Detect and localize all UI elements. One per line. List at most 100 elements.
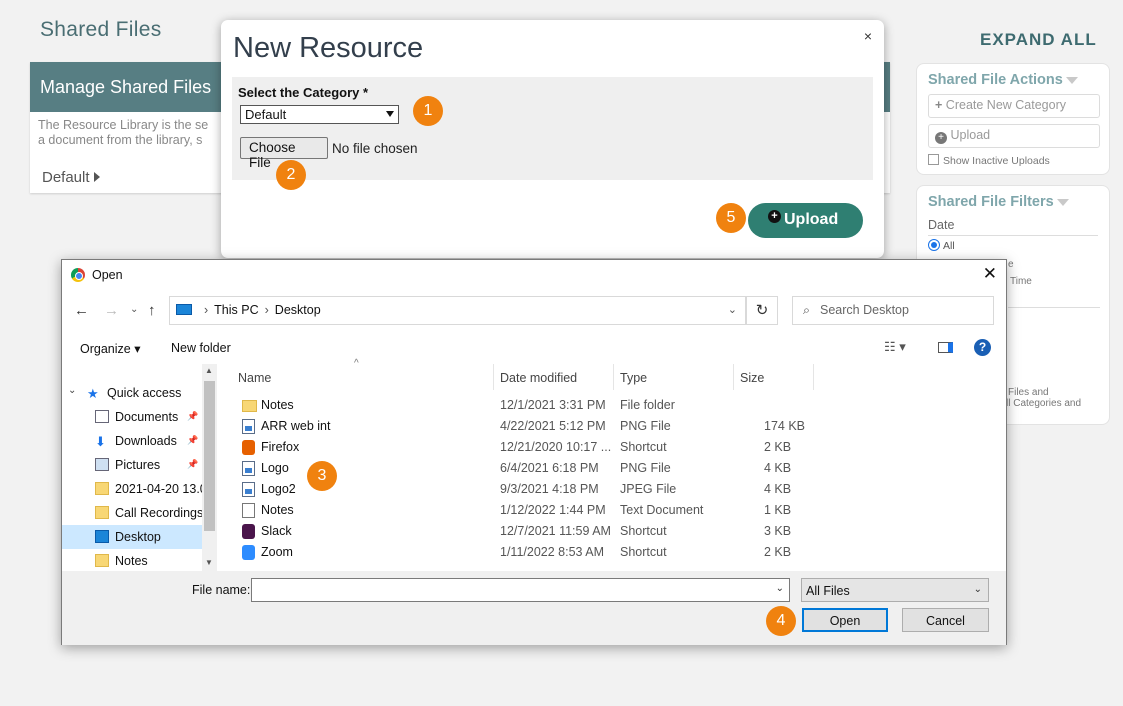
file-type: Shortcut [620,545,667,559]
open-button[interactable]: Open [802,608,888,632]
nav-item-label: Call Recordings [115,506,202,520]
column-header-date[interactable]: Date modified [494,364,614,390]
nav-item-notes[interactable]: Notes [62,549,202,573]
up-arrow-icon[interactable]: ↑ [148,302,156,319]
close-icon[interactable]: × [864,28,872,44]
file-date: 6/4/2021 6:18 PM [500,461,599,475]
file-row[interactable]: ARR web int 4/22/2021 5:12 PM PNG File 174 … [232,416,832,437]
file-name: Zoom [261,545,293,559]
file-row[interactable]: Firefox 12/21/2020 10:17 ... Shortcut 2 KB [232,437,832,458]
zoom-icon [242,545,255,560]
help-icon[interactable]: ? [974,339,991,356]
nav-item-label: Quick access [107,386,182,400]
pin-icon[interactable]: 📌 [187,435,198,446]
download-icon: ⬇ [95,434,106,449]
file-row[interactable]: Notes 1/12/2022 1:44 PM Text Document 1 KB [232,500,832,521]
nav-item-downloads[interactable]: ⬇ Downloads 📌 [62,429,202,453]
file-type: Shortcut [620,524,667,538]
column-header-name[interactable]: Name [232,364,494,390]
step-badge-2: 2 [276,160,306,190]
scroll-down-icon[interactable]: ▼ [205,558,213,567]
documents-icon [95,410,109,423]
file-type-select[interactable]: All Files ⌄ [801,578,989,602]
step-badge-3: 3 [307,461,337,491]
preview-pane-icon[interactable] [938,342,953,353]
nav-item-label: Documents [115,410,179,424]
file-name-input[interactable]: ⌄ [251,578,790,602]
file-date: 4/22/2021 5:12 PM [500,419,606,433]
upload-side-button[interactable]: + Upload [928,124,1100,148]
step-badge-5: 5 [716,203,746,233]
close-icon[interactable]: ✕ [983,264,997,284]
expand-all-button[interactable]: EXPAND ALL [980,30,1097,50]
organize-menu[interactable]: Organize ▾ [80,341,140,356]
chevron-down-icon[interactable]: ⌄ [728,303,737,316]
file-date: 9/3/2021 4:18 PM [500,482,599,496]
actions-title[interactable]: Shared File Actions [928,72,1098,88]
nav-scrollbar[interactable]: ▲ ▼ [202,364,217,571]
file-size: 3 KB [764,524,792,538]
file-type: PNG File [620,419,671,433]
column-header-size[interactable]: Size [734,364,814,390]
column-header-type[interactable]: Type [614,364,734,390]
file-date: 12/7/2021 11:59 AM [500,524,611,538]
chevron-down-icon[interactable]: ⌄ [776,583,784,594]
file-date: 1/11/2022 8:53 AM [500,545,605,559]
category-select[interactable]: Default [240,105,399,124]
show-inactive-checkbox[interactable]: Show Inactive Uploads [928,154,1098,167]
search-input[interactable]: ⌕ Search Desktop [792,296,994,325]
nav-item-label: 2021-04-20 13.02 [115,482,202,496]
this-pc-icon [176,304,192,315]
image-file-icon [242,482,255,497]
forward-arrow-icon[interactable]: → [104,302,119,319]
new-folder-button[interactable]: New folder [171,341,231,355]
file-row[interactable]: Zoom 1/11/2022 8:53 AM Shortcut 2 KB [232,542,832,563]
file-name: Logo2 [261,482,296,496]
expand-chevron-icon[interactable]: ⌄ [68,385,76,396]
file-size: 4 KB [764,482,792,496]
manage-description: The Resource Library is the se a documen… [30,112,220,154]
nav-item-label: Desktop [115,530,161,544]
nav-item-2021-04-20-13-02[interactable]: 2021-04-20 13.02 [62,477,202,501]
refresh-icon[interactable]: ↻ [746,296,778,325]
chrome-icon [71,268,85,282]
folder-icon [242,400,257,412]
radio-selected-icon [928,239,940,251]
nav-item-documents[interactable]: Documents 📌 [62,405,202,429]
create-category-button[interactable]: + Create New Category [928,94,1100,118]
breadcrumb-this-pc[interactable]: This PC [214,303,258,317]
nav-item-quick-access[interactable]: ★ Quick access ⌄ [62,381,202,405]
file-name: Firefox [261,440,300,454]
choose-file-button[interactable]: Choose File [240,137,328,170]
file-date: 1/12/2022 1:44 PM [500,503,606,517]
address-bar[interactable]: › This PC › Desktop ⌄ [169,296,746,325]
slack-icon [242,524,255,539]
no-file-text: No file chosen [332,141,418,156]
nav-item-desktop[interactable]: Desktop [62,525,202,549]
cancel-button[interactable]: Cancel [902,608,989,632]
file-type: PNG File [620,461,671,475]
recent-dropdown-icon[interactable]: ⌄ [130,304,138,315]
view-options-icon[interactable]: ☷ ▾ [884,339,906,355]
file-name: Logo [261,461,289,475]
desktop-icon [95,530,109,543]
date-all-radio[interactable]: All [928,239,1098,252]
file-size: 4 KB [764,461,792,475]
file-row[interactable]: Slack 12/7/2021 11:59 AM Shortcut 3 KB [232,521,832,542]
upload-button[interactable]: + Upload [748,203,863,238]
back-arrow-icon[interactable]: ← [74,302,89,319]
filters-title[interactable]: Shared File Filters [928,194,1098,210]
nav-item-pictures[interactable]: Pictures 📌 [62,453,202,477]
scroll-thumb[interactable] [204,381,215,531]
file-name: Slack [261,524,292,538]
step-badge-4: 4 [766,606,796,636]
file-name: Notes [261,503,294,517]
pin-icon[interactable]: 📌 [187,459,198,470]
nav-item-call-recordings[interactable]: Call Recordings [62,501,202,525]
breadcrumb-desktop[interactable]: Desktop [275,303,321,317]
file-row[interactable]: Notes 12/1/2021 3:31 PM File folder [232,395,832,416]
default-category-link[interactable]: Default [42,169,100,186]
pin-icon[interactable]: 📌 [187,411,198,422]
nav-item-label: Notes [115,554,148,568]
scroll-up-icon[interactable]: ▲ [205,366,213,375]
